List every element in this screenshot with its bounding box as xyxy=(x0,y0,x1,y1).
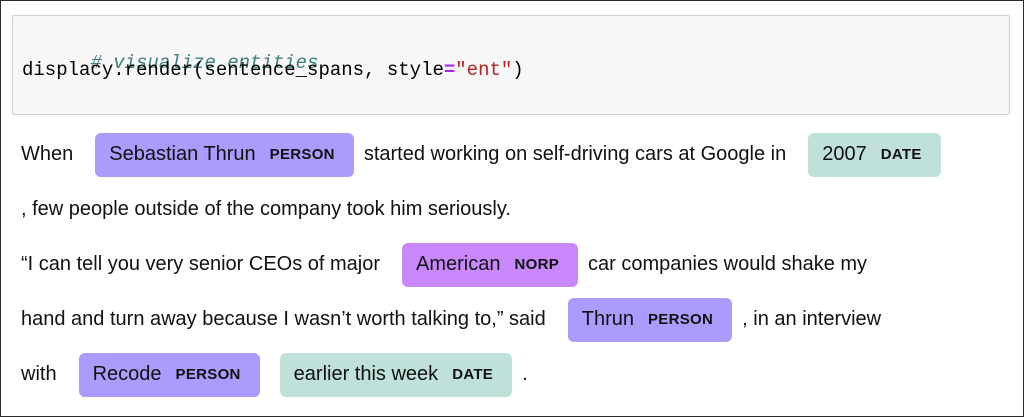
plain-text: started working on self-driving cars at … xyxy=(363,143,787,165)
entity-label: PERSON xyxy=(269,146,335,163)
entity-text: 2007 xyxy=(822,143,867,165)
entity-date: earlier this week DATE xyxy=(279,352,513,397)
entity-person: Thrun PERSON xyxy=(567,297,733,342)
plain-text: “I can tell you very senior CEOs of majo… xyxy=(21,253,381,275)
entity-text: earlier this week xyxy=(293,363,439,385)
entity-label: PERSON xyxy=(648,311,714,328)
plain-text: When xyxy=(21,143,74,165)
plain-text: , in an interview xyxy=(742,308,882,330)
code-call-line: displacy.render(sentence_spans, style="e… xyxy=(22,59,524,81)
entity-person: Sebastian Thrun PERSON xyxy=(95,132,354,177)
plain-text: car companies would shake my xyxy=(588,253,868,275)
plain-text: , few people outside of the company took… xyxy=(21,198,511,220)
entity-label: NORP xyxy=(514,256,560,273)
entity-text: Thrun xyxy=(581,308,634,330)
entity-label: PERSON xyxy=(175,366,241,383)
output-line-2: , few people outside of the company took… xyxy=(21,182,1011,237)
output-line-4: hand and turn away because I wasn’t wort… xyxy=(21,292,1011,347)
output-line-5: with Recode PERSON earlier this week DAT… xyxy=(21,347,1011,402)
code-call-suffix: ) xyxy=(512,59,524,81)
code-cell-input[interactable]: # visualize entities displacy.render(sen… xyxy=(12,15,1010,115)
entity-text: Sebastian Thrun xyxy=(109,143,256,165)
output-line-1: When Sebastian Thrun PERSON started work… xyxy=(21,127,1011,182)
entity-label: DATE xyxy=(452,366,494,383)
entity-norp: American NORP xyxy=(402,242,579,287)
plain-text: . xyxy=(522,363,528,385)
entity-label: DATE xyxy=(880,146,922,163)
code-call-prefix: displacy.render(sentence_spans, style xyxy=(22,59,444,81)
code-operator: = xyxy=(443,59,456,81)
entity-text: Recode xyxy=(92,363,162,385)
plain-text: hand and turn away because I wasn’t wort… xyxy=(21,308,546,330)
plain-text: with xyxy=(21,363,57,385)
entity-date: 2007 DATE xyxy=(808,132,941,177)
notebook-cell-frame: # visualize entities displacy.render(sen… xyxy=(0,0,1024,417)
entity-visualization-output: When Sebastian Thrun PERSON started work… xyxy=(21,127,1011,402)
output-line-3: “I can tell you very senior CEOs of majo… xyxy=(21,237,1011,292)
code-string: "ent" xyxy=(455,59,513,81)
entity-person: Recode PERSON xyxy=(78,352,260,397)
entity-text: American xyxy=(416,253,501,275)
